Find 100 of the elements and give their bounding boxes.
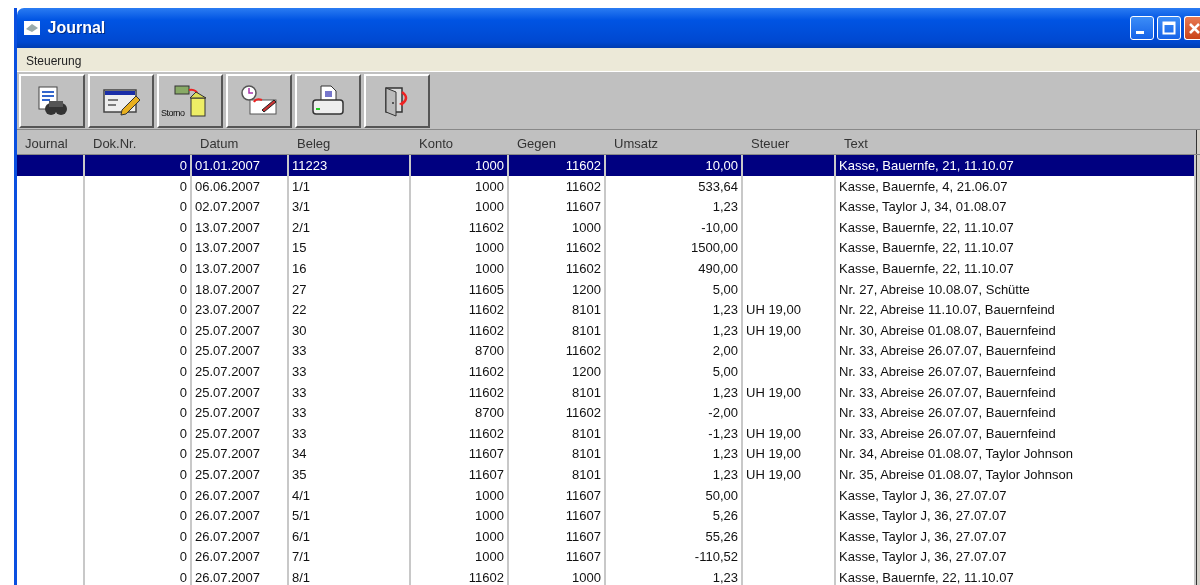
table-cell: 33 xyxy=(289,402,411,423)
table-cell: 1,23 xyxy=(606,566,743,585)
table-cell: 18.07.2007 xyxy=(192,278,289,300)
table-cell: 0 xyxy=(85,175,192,197)
table-cell: 11602 xyxy=(411,422,509,444)
table-row[interactable]: 0 25.07.2007 33 11602 8101 1,23 UH 19,00 Nr. 33, Abreise 26.07.07, Bauernfeind xyxy=(17,381,1200,403)
table-row[interactable]: 0 01.01.2007 11223 1000 11602 10,00 Kasse, Bauernfe, 21, 11.10.07 xyxy=(17,155,1200,176)
table-row[interactable]: 0 25.07.2007 35 11607 8101 1,23 UH 19,00 Nr. 35, Abreise 01.08.07, Taylor Johnson xyxy=(17,463,1200,485)
table-row[interactable]: 0 26.07.2007 8/1 11602 1000 1,23 Kasse, Bauernfe, 22, 11.10.07 xyxy=(17,566,1200,585)
table-row[interactable]: 0 26.07.2007 6/1 1000 11607 55,26 Kasse, Taylor J, 36, 27.07.07 xyxy=(17,525,1200,547)
column-header[interactable]: Journal xyxy=(17,130,85,154)
table-cell: 6/1 xyxy=(289,525,411,547)
column-header[interactable]: Text xyxy=(836,130,1196,154)
table-cell: 10,00 xyxy=(606,155,743,176)
table-cell: 11602 xyxy=(411,216,509,238)
table-cell: 1/1 xyxy=(289,175,411,197)
table-row[interactable]: 0 26.07.2007 4/1 1000 11607 50,00 Kasse, Taylor J, 36, 27.07.07 xyxy=(17,484,1200,506)
table-cell: 11602 xyxy=(411,360,509,382)
table-cell: 25.07.2007 xyxy=(192,422,289,444)
table-cell: 33 xyxy=(289,360,411,382)
table-cell: 11607 xyxy=(411,463,509,485)
table-cell: 2/1 xyxy=(289,216,411,238)
table-cell: 1200 xyxy=(509,360,606,382)
toolbar-button[interactable]: Storno xyxy=(157,74,223,128)
column-header[interactable]: Konto xyxy=(411,130,509,154)
table-row[interactable]: 0 25.07.2007 34 11607 8101 1,23 UH 19,00 Nr. 34, Abreise 01.08.07, Taylor Johnson xyxy=(17,443,1200,464)
table-row[interactable]: 0 25.07.2007 30 11602 8101 1,23 UH 19,00 Nr. 30, Abreise 01.08.07, Bauernfeind xyxy=(17,319,1200,341)
table-cell: 0 xyxy=(85,381,192,403)
table-cell: 0 xyxy=(85,402,192,423)
table-cell: 8101 xyxy=(509,381,606,403)
table-cell: 0 xyxy=(85,278,192,300)
column-header[interactable]: Dok.Nr. xyxy=(85,130,192,154)
table-cell: 1000 xyxy=(411,525,509,547)
table-cell: 0 xyxy=(85,484,192,506)
table-cell: 11607 xyxy=(509,546,606,567)
table-cell: 13.07.2007 xyxy=(192,216,289,238)
table-cell: 1,23 xyxy=(606,463,743,485)
table-cell: 25.07.2007 xyxy=(192,402,289,423)
table-cell: 0 xyxy=(85,525,192,547)
table-row[interactable]: 0 26.07.2007 7/1 1000 11607 -110,52 Kasse, Taylor J, 36, 27.07.07 xyxy=(17,546,1200,567)
table-cell: -110,52 xyxy=(606,546,743,567)
table-cell: 13.07.2007 xyxy=(192,257,289,279)
table-cell: 0 xyxy=(85,566,192,585)
table-cell: 1000 xyxy=(411,484,509,506)
table-cell: 11223 xyxy=(289,155,411,176)
table-cell: 0 xyxy=(85,319,192,341)
table-cell: 25.07.2007 xyxy=(192,360,289,382)
table-row[interactable]: 0 13.07.2007 16 1000 11602 490,00 Kasse, Bauernfe, 22, 11.10.07 xyxy=(17,257,1200,279)
table-cell: 8101 xyxy=(509,299,606,320)
table-cell: 1200 xyxy=(509,278,606,300)
table-cell: 26.07.2007 xyxy=(192,484,289,506)
column-header[interactable]: Steuer xyxy=(743,130,836,154)
table-cell: 16 xyxy=(289,257,411,279)
table-cell: 5/1 xyxy=(289,505,411,526)
table-cell: 11607 xyxy=(411,443,509,464)
table-cell: -10,00 xyxy=(606,216,743,238)
table-cell: 26.07.2007 xyxy=(192,505,289,526)
table-cell: 0 xyxy=(85,216,192,238)
table-row[interactable]: 0 25.07.2007 33 8700 11602 -2,00 Nr. 33, Abreise 26.07.07, Bauernfeind xyxy=(17,402,1200,423)
table-cell: 0 xyxy=(85,155,192,176)
table-cell: 1,23 xyxy=(606,299,743,320)
table-cell: 25.07.2007 xyxy=(192,463,289,485)
table-cell: 26.07.2007 xyxy=(192,525,289,547)
table-cell: 1,23 xyxy=(606,196,743,217)
table-cell: 11607 xyxy=(509,505,606,526)
column-header[interactable]: Umsatz xyxy=(606,130,743,154)
table-cell: 0 xyxy=(85,340,192,361)
menu-item[interactable]: Steuerung xyxy=(17,48,91,71)
table-row[interactable]: 0 13.07.2007 2/1 11602 1000 -10,00 Kasse, Bauernfe, 22, 11.10.07 xyxy=(17,216,1200,238)
table-cell: 0 xyxy=(85,360,192,382)
table-cell: 1,23 xyxy=(606,443,743,464)
table-row[interactable]: 0 26.07.2007 5/1 1000 11607 5,26 Kasse, Taylor J, 36, 27.07.07 xyxy=(17,505,1200,526)
table-cell: 1000 xyxy=(411,196,509,217)
table-row[interactable]: 0 25.07.2007 33 11602 8101 -1,23 UH 19,00 Nr. 33, Abreise 26.07.07, Bauernfeind xyxy=(17,422,1200,444)
table-cell: 34 xyxy=(289,443,411,464)
table-row[interactable]: 0 23.07.2007 22 11602 8101 1,23 UH 19,00 Nr. 22, Abreise 11.10.07, Bauernfeind xyxy=(17,299,1200,320)
table-row[interactable]: 0 02.07.2007 3/1 1000 11607 1,23 Kasse, Taylor J, 34, 01.08.07 xyxy=(17,196,1200,217)
table-row[interactable]: 0 25.07.2007 33 11602 1200 5,00 Nr. 33, Abreise 26.07.07, Bauernfeind xyxy=(17,360,1200,382)
table-cell: 0 xyxy=(85,422,192,444)
table-cell: 26.07.2007 xyxy=(192,546,289,567)
table-row[interactable]: 0 13.07.2007 15 1000 11602 1500,00 Kasse, Bauernfe, 22, 11.10.07 xyxy=(17,237,1200,258)
table-cell: 1,23 xyxy=(606,319,743,341)
table-row[interactable]: 0 18.07.2007 27 11605 1200 5,00 Nr. 27, Abreise 10.08.07, Schütte xyxy=(17,278,1200,300)
column-header[interactable]: Beleg xyxy=(289,130,411,154)
table-cell: UH 19,00 xyxy=(743,463,836,485)
table-cell: 11602 xyxy=(509,237,606,258)
table-cell: 11602 xyxy=(411,566,509,585)
table-cell: 3/1 xyxy=(289,196,411,217)
table-cell: 490,00 xyxy=(606,257,743,279)
table-row[interactable]: 0 25.07.2007 33 8700 11602 2,00 Nr. 33, Abreise 26.07.07, Bauernfeind xyxy=(17,340,1200,361)
table-cell: 1000 xyxy=(411,155,509,176)
column-header[interactable]: Datum xyxy=(192,130,289,154)
table-cell: UH 19,00 xyxy=(743,299,836,320)
table-row[interactable]: 0 06.06.2007 1/1 1000 11602 533,64 Kasse, Bauernfe, 4, 21.06.07 xyxy=(17,175,1200,197)
table-cell: 06.06.2007 xyxy=(192,175,289,197)
table-cell: 5,00 xyxy=(606,278,743,300)
table-cell: -1,23 xyxy=(606,422,743,444)
table-cell: 11602 xyxy=(509,257,606,279)
table-cell: 0 xyxy=(85,443,192,464)
column-header[interactable]: Gegen xyxy=(509,130,606,154)
